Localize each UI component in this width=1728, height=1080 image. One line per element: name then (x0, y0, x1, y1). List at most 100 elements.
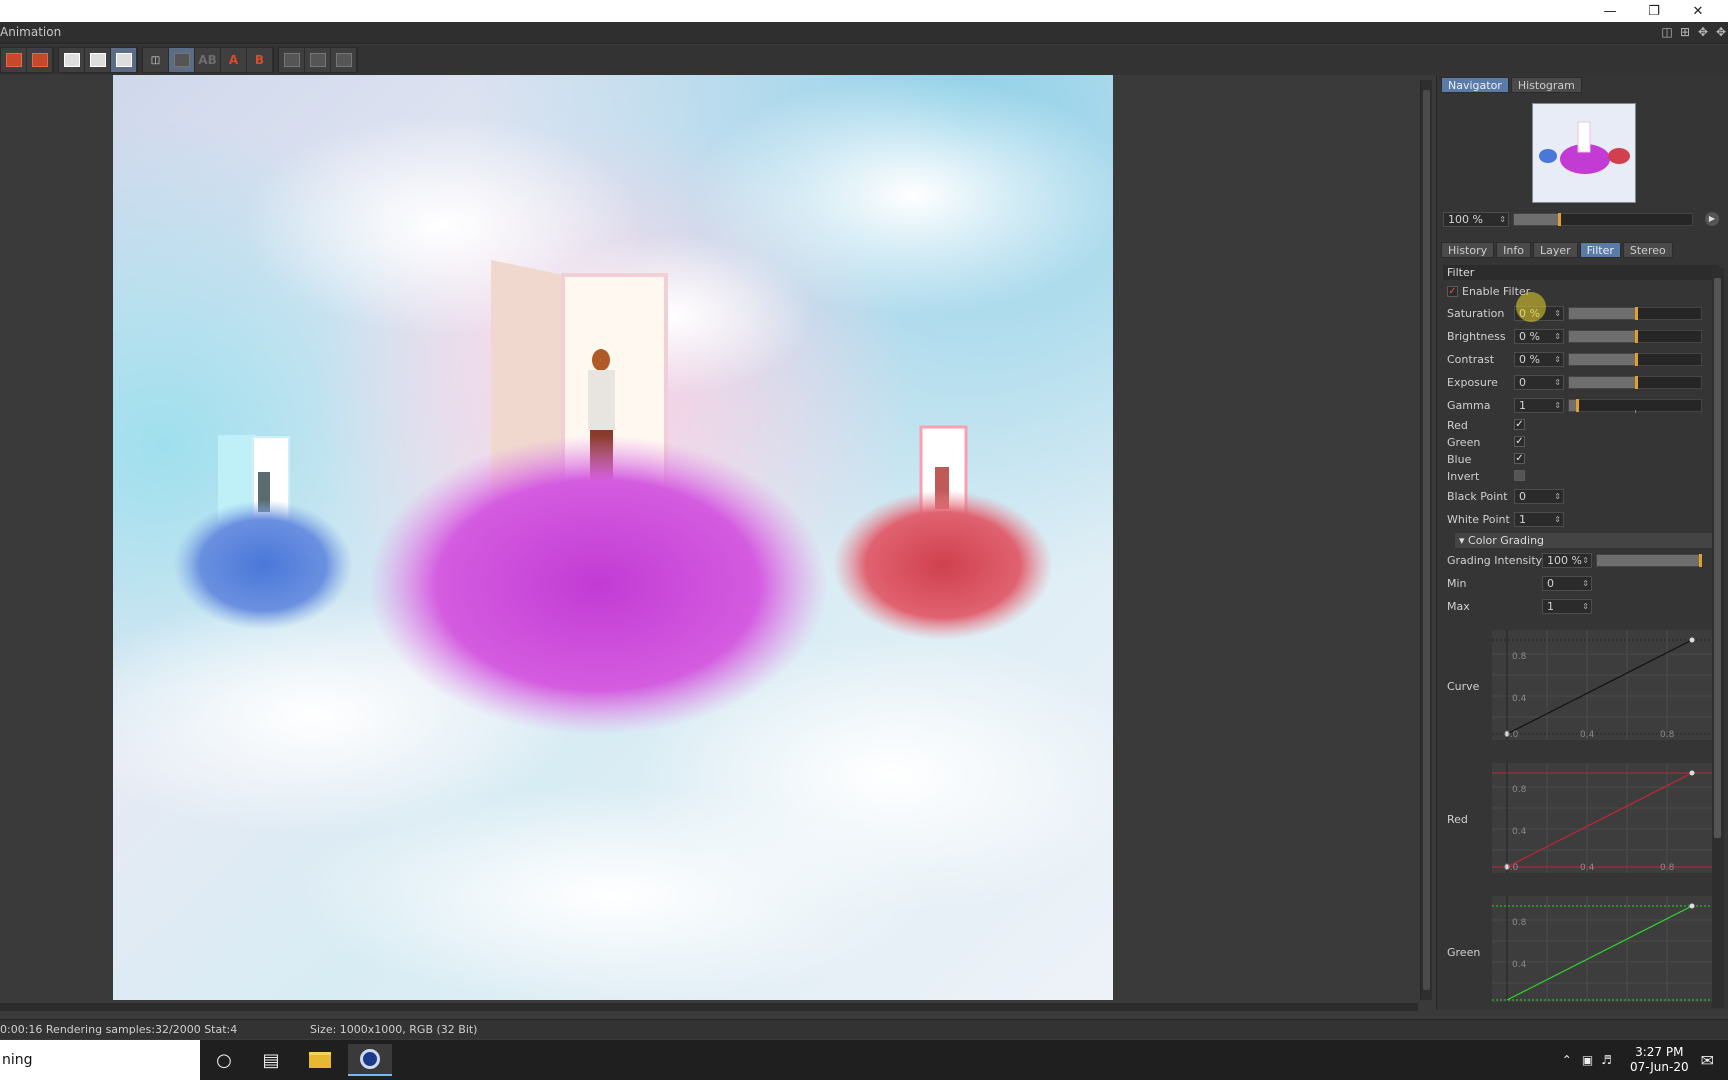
panel-scroll-thumb[interactable] (1714, 278, 1721, 838)
green-curve-editor[interactable]: 0.8 0.4 (1492, 896, 1712, 1002)
contrast-slider[interactable] (1568, 353, 1702, 366)
tab-info[interactable]: Info (1496, 242, 1531, 258)
curve-tick-y: 0.4 (1512, 960, 1527, 970)
tab-filter[interactable]: Filter (1579, 242, 1621, 258)
network-icon[interactable]: ▣ (1582, 1053, 1593, 1067)
render-viewport[interactable] (0, 75, 1418, 1005)
saturation-slider[interactable] (1568, 307, 1702, 320)
tab-layer[interactable]: Layer (1532, 242, 1578, 258)
spinner-icon[interactable]: ⇕ (1554, 307, 1561, 320)
min-field[interactable]: 0 ⇕ (1542, 576, 1592, 591)
close-button[interactable]: ✕ (1676, 0, 1720, 22)
volume-icon[interactable]: ♬ (1601, 1053, 1612, 1067)
collapse-triangle-icon: ▾ (1459, 534, 1469, 547)
red-channel-label: Red (1447, 419, 1468, 432)
red-channel-checkbox[interactable]: ✓ (1514, 419, 1525, 430)
green-channel-checkbox[interactable]: ✓ (1514, 436, 1525, 447)
spinner-icon[interactable]: ⇕ (1554, 353, 1561, 366)
gamma-field[interactable]: 1 ⇕ (1514, 398, 1564, 413)
green-curve-graph (1492, 896, 1712, 1002)
spinner-icon[interactable]: ⇕ (1554, 399, 1561, 412)
curve-label: Curve (1447, 680, 1480, 693)
ab-compare-button[interactable]: ◫ (143, 48, 169, 72)
zoom-value: 100 % (1448, 213, 1483, 226)
spinner-icon[interactable]: ⇕ (1554, 376, 1561, 389)
color-grading-header[interactable]: ▾ Color Grading (1455, 533, 1719, 548)
spinner-icon[interactable]: ⇕ (1582, 600, 1589, 613)
layout-1-button[interactable] (279, 48, 305, 72)
image-size-info: Size: 1000x1000, RGB (32 Bit) (310, 1023, 478, 1036)
navigator-preview-image (1533, 104, 1635, 202)
taskbar-clock[interactable]: 3:27 PM 07-Jun-20 (1630, 1045, 1689, 1075)
render-region-button[interactable] (1, 48, 27, 72)
zoom-field[interactable]: 100 % ⇕ (1443, 212, 1509, 227)
set-b-button[interactable]: B (247, 48, 273, 72)
invert-checkbox[interactable] (1514, 470, 1525, 481)
layout-2-button[interactable] (305, 48, 331, 72)
tab-navigator[interactable]: Navigator (1441, 77, 1509, 93)
enable-filter-checkbox[interactable]: ✓ (1447, 286, 1458, 297)
view-split-button[interactable] (85, 48, 111, 72)
black-point-field[interactable]: 0 ⇕ (1514, 489, 1564, 504)
expand-icon[interactable]: ✥ (1714, 25, 1728, 39)
panel-scrollbar[interactable] (1712, 268, 1724, 1008)
brightness-slider[interactable] (1568, 330, 1702, 343)
notifications-icon[interactable]: ✉ (1701, 1051, 1714, 1070)
gamma-slider[interactable] (1568, 399, 1702, 413)
exposure-value: 0 (1519, 376, 1526, 389)
exposure-field[interactable]: 0 ⇕ (1514, 375, 1564, 390)
zoom-slider[interactable] (1513, 213, 1693, 226)
curve-tick-y: 0.8 (1512, 652, 1527, 662)
play-icon[interactable]: ▶ (1705, 212, 1719, 226)
minimize-button[interactable]: — (1588, 0, 1632, 22)
layout-grid-icon[interactable]: ⊞ (1678, 25, 1692, 39)
red-curve-editor[interactable]: 0.8 0.4 0.0 0.4 0.8 (1492, 763, 1712, 873)
grading-intensity-field[interactable]: 100 % ⇕ (1542, 553, 1592, 568)
cinema4d-icon[interactable] (348, 1044, 392, 1076)
taskbar-search-box[interactable]: ning (0, 1040, 200, 1080)
tab-stereo[interactable]: Stereo (1622, 242, 1673, 258)
navigator-thumbnail[interactable] (1532, 103, 1636, 203)
brightness-field[interactable]: 0 % ⇕ (1514, 329, 1564, 344)
task-view-icon[interactable]: ▤ (249, 1044, 293, 1076)
layout-3-button[interactable] (331, 48, 357, 72)
master-curve-editor[interactable]: 0.8 0.4 0.0 0.4 0.8 (1492, 630, 1712, 740)
viewport-scrollbar[interactable] (1420, 80, 1432, 1000)
spinner-icon[interactable]: ⇕ (1582, 554, 1589, 567)
max-field[interactable]: 1 ⇕ (1542, 599, 1592, 614)
tab-histogram[interactable]: Histogram (1510, 77, 1582, 93)
spinner-icon[interactable]: ⇕ (1554, 490, 1561, 503)
clock-time: 3:27 PM (1635, 1045, 1684, 1059)
view-single-button[interactable] (59, 48, 85, 72)
grading-intensity-slider[interactable] (1596, 554, 1702, 567)
region-select-button[interactable] (169, 48, 195, 72)
cortana-icon[interactable]: ○ (202, 1044, 246, 1076)
curve-tick-y: 0.8 (1512, 918, 1527, 928)
spinner-icon[interactable]: ⇕ (1554, 513, 1561, 526)
contrast-field[interactable]: 0 % ⇕ (1514, 352, 1564, 367)
toolbar-group-view (58, 47, 138, 73)
menu-bar: Animation ◫ ⊞ ✥ ✥ (0, 22, 1728, 44)
chevron-up-icon[interactable]: ⌃ (1562, 1053, 1572, 1067)
black-point-value: 0 (1519, 490, 1526, 503)
file-explorer-icon[interactable] (298, 1044, 342, 1076)
blue-channel-checkbox[interactable]: ✓ (1514, 453, 1525, 464)
view-compare-button[interactable] (111, 48, 137, 72)
layout-icons: ◫ ⊞ ✥ ✥ (1660, 25, 1728, 39)
render-active-button[interactable] (27, 48, 53, 72)
layout-panel-icon[interactable]: ◫ (1660, 25, 1674, 39)
set-a-button[interactable]: A (221, 48, 247, 72)
spinner-icon[interactable]: ⇕ (1554, 330, 1561, 343)
viewport-scroll-thumb[interactable] (1423, 90, 1430, 990)
move-icon[interactable]: ✥ (1696, 25, 1710, 39)
cloud-scene-image (113, 75, 1113, 1000)
curve-tick-x: 0.4 (1580, 730, 1595, 740)
tab-history[interactable]: History (1441, 242, 1495, 258)
white-point-value: 1 (1519, 513, 1526, 526)
restore-button[interactable]: ❐ (1632, 0, 1676, 22)
ab-toggle-button[interactable]: AB (195, 48, 221, 72)
exposure-slider[interactable] (1568, 376, 1702, 389)
spinner-icon[interactable]: ⇕ (1499, 213, 1506, 226)
spinner-icon[interactable]: ⇕ (1582, 577, 1589, 590)
white-point-field[interactable]: 1 ⇕ (1514, 512, 1564, 527)
